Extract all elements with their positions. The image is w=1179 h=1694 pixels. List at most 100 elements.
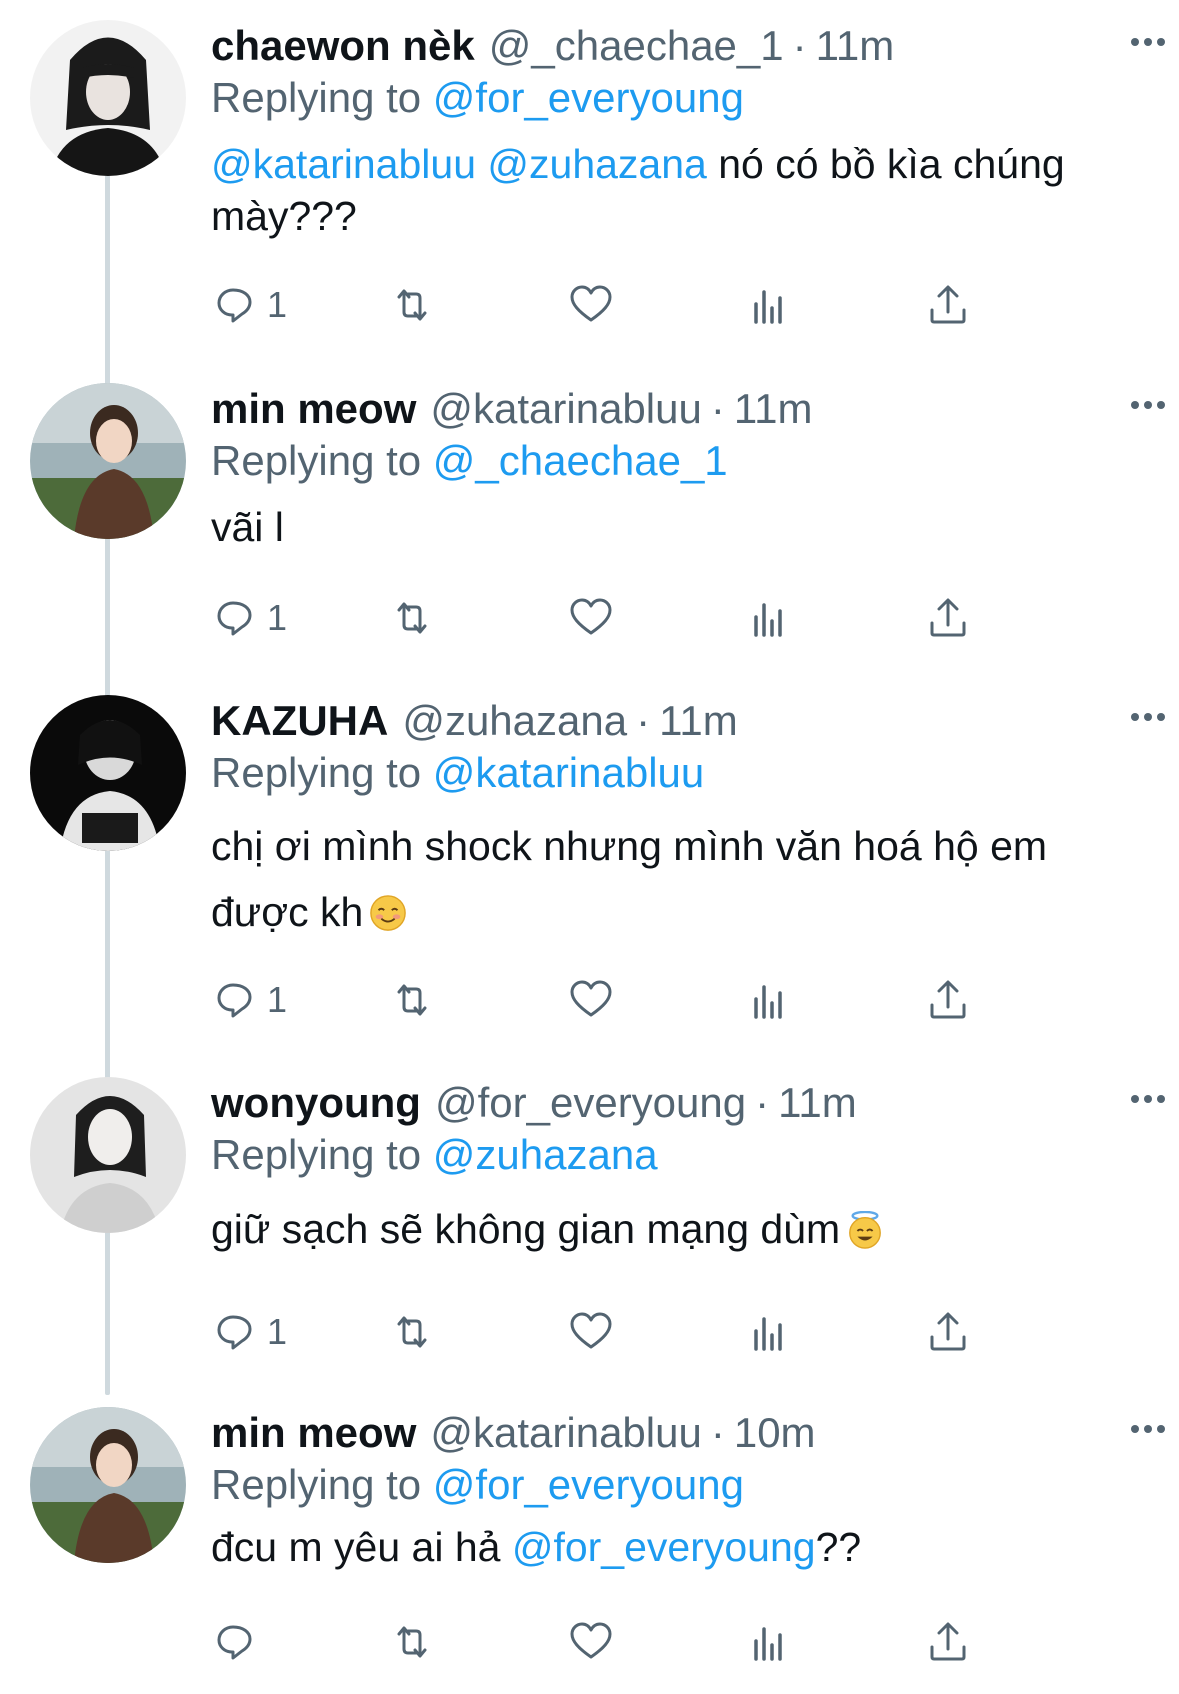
- share-button[interactable]: [923, 970, 973, 1030]
- more-options-icon[interactable]: [1131, 1425, 1165, 1433]
- reply-button[interactable]: [211, 1612, 267, 1672]
- views-button[interactable]: [744, 1302, 794, 1362]
- replying-to: Replying to @for_everyoung: [211, 1459, 1139, 1511]
- retweet-button[interactable]: [387, 970, 437, 1030]
- replying-label: Replying to: [211, 749, 422, 796]
- reply-icon: [217, 1625, 252, 1660]
- tweet-text: đcu m yêu ai hả @for_everyoung??: [211, 1521, 1139, 1573]
- mention-link[interactable]: @for_everyoung: [512, 1524, 816, 1570]
- reply-button[interactable]: 1: [211, 275, 287, 335]
- user-handle[interactable]: @zuhazana: [402, 695, 627, 747]
- views-icon: [754, 603, 782, 637]
- text-fragment: ??: [815, 1524, 862, 1570]
- reply-icon: [217, 601, 252, 636]
- like-icon: [570, 285, 612, 322]
- retweet-button[interactable]: [387, 588, 437, 648]
- replying-to: Replying to @katarinabluu: [211, 747, 1139, 799]
- display-name[interactable]: KAZUHA: [211, 695, 388, 747]
- like-button[interactable]: [566, 970, 616, 1030]
- retweet-icon: [397, 289, 427, 321]
- text-fragment: đcu m yêu ai hả: [211, 1524, 512, 1570]
- views-button[interactable]: [744, 275, 794, 335]
- views-button[interactable]: [744, 1612, 794, 1672]
- reply-button[interactable]: 1: [211, 970, 287, 1030]
- retweet-button[interactable]: [387, 1302, 437, 1362]
- views-icon: [754, 1317, 782, 1351]
- user-handle[interactable]: @katarinabluu: [430, 383, 701, 435]
- like-icon: [570, 980, 612, 1017]
- tweet-header: min meow @katarinabluu · 11m: [211, 383, 1139, 435]
- like-button[interactable]: [566, 1302, 616, 1362]
- replying-mention[interactable]: @zuhazana: [433, 1131, 658, 1178]
- reply-icon: [217, 1315, 252, 1350]
- avatar-photo-icon: [30, 383, 186, 539]
- avatar-photo-icon: [30, 20, 186, 176]
- replying-to: Replying to @for_everyoung: [211, 72, 1139, 124]
- reply-icon: [217, 983, 252, 1018]
- share-button[interactable]: [923, 1612, 973, 1672]
- like-button[interactable]: [566, 1612, 616, 1672]
- avatar-wonyoung[interactable]: [30, 1077, 186, 1233]
- action-bar: [211, 1612, 1091, 1672]
- display-name[interactable]: min meow: [211, 1407, 416, 1459]
- retweet-icon: [397, 1626, 427, 1658]
- timestamp[interactable]: 11m: [778, 1077, 857, 1129]
- share-icon: [930, 598, 966, 637]
- tweet-header: min meow @katarinabluu · 10m: [211, 1407, 1139, 1459]
- text-fragment: chị ơi mình shock nhưng mình văn hoá hộ …: [211, 823, 1048, 935]
- like-button[interactable]: [566, 588, 616, 648]
- action-bar: 1: [211, 1302, 1091, 1362]
- replying-mention[interactable]: @for_everyoung: [433, 74, 744, 121]
- more-options-icon[interactable]: [1131, 401, 1165, 409]
- action-bar: 1: [211, 275, 1091, 335]
- display-name[interactable]: min meow: [211, 383, 416, 435]
- timestamp[interactable]: 10m: [734, 1407, 816, 1459]
- timestamp[interactable]: 11m: [816, 20, 895, 72]
- views-icon: [754, 1627, 782, 1661]
- timestamp[interactable]: 11m: [734, 383, 813, 435]
- mention-link[interactable]: @katarinabluu: [211, 141, 476, 187]
- separator-dot: ·: [792, 22, 807, 69]
- replying-mention[interactable]: @_chaechae_1: [433, 437, 728, 484]
- more-options-icon[interactable]: [1131, 38, 1165, 46]
- share-button[interactable]: [923, 1302, 973, 1362]
- mention-link[interactable]: @zuhazana: [487, 141, 706, 187]
- avatar-photo-icon: [30, 1407, 186, 1563]
- avatar-min-meow[interactable]: [30, 1407, 186, 1563]
- smiling-face-emoji: [370, 895, 407, 931]
- replying-mention[interactable]: @for_everyoung: [433, 1461, 744, 1508]
- avatar-chaewon[interactable]: [30, 20, 186, 176]
- user-handle[interactable]: @katarinabluu: [430, 1407, 701, 1459]
- display-name[interactable]: chaewon nèk: [211, 20, 475, 72]
- replying-mention[interactable]: @katarinabluu: [433, 749, 704, 796]
- avatar-kazuha[interactable]: [30, 695, 186, 851]
- tweet-text: giữ sạch sẽ không gian mạng dùm: [211, 1203, 1139, 1255]
- share-button[interactable]: [923, 588, 973, 648]
- retweet-button[interactable]: [387, 275, 437, 335]
- retweet-icon: [397, 1316, 427, 1348]
- like-button[interactable]: [566, 275, 616, 335]
- user-handle[interactable]: @_chaechae_1: [489, 20, 784, 72]
- like-icon: [570, 1622, 612, 1659]
- tweet-text: vãi l: [211, 501, 1139, 553]
- display-name[interactable]: wonyoung: [211, 1077, 421, 1129]
- separator-dot: ·: [636, 697, 651, 744]
- reply-button[interactable]: 1: [211, 1302, 287, 1362]
- more-options-icon[interactable]: [1131, 1095, 1165, 1103]
- reply-button[interactable]: 1: [211, 588, 287, 648]
- user-handle[interactable]: @for_everyoung: [435, 1077, 746, 1129]
- reply-count: 1: [267, 1311, 288, 1352]
- retweet-icon: [397, 984, 427, 1016]
- action-bar: 1: [211, 970, 1091, 1030]
- avatar-min-meow[interactable]: [30, 383, 186, 539]
- views-button[interactable]: [744, 970, 794, 1030]
- action-bar: 1: [211, 588, 1091, 648]
- more-options-icon[interactable]: [1131, 713, 1165, 721]
- retweet-button[interactable]: [387, 1612, 437, 1672]
- share-icon: [930, 1622, 966, 1661]
- views-button[interactable]: [744, 588, 794, 648]
- reply-count: 1: [267, 284, 288, 325]
- share-button[interactable]: [923, 275, 973, 335]
- reply-count: 1: [267, 979, 288, 1020]
- timestamp[interactable]: 11m: [659, 695, 738, 747]
